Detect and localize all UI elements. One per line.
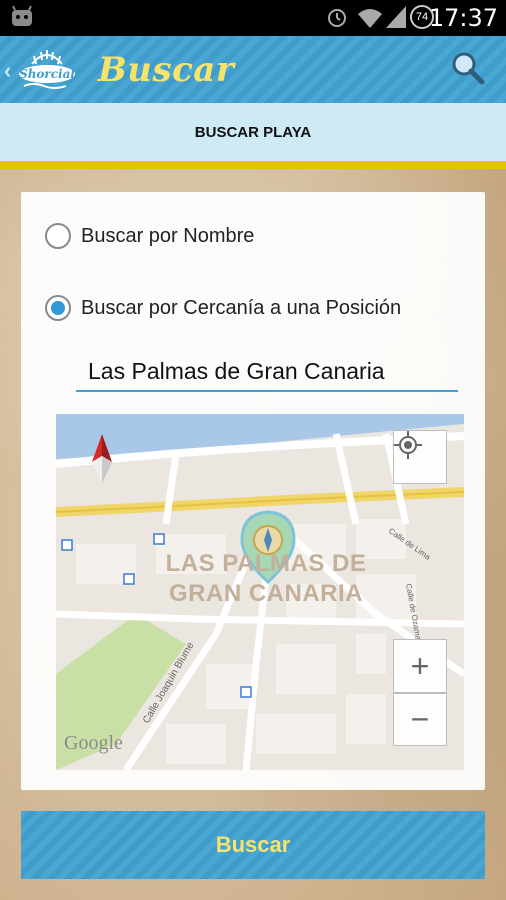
search-button[interactable]: Buscar	[21, 811, 485, 879]
map-view[interactable]: Calle Joaquin Blume Calle de Lima Calle …	[56, 414, 464, 770]
location-input[interactable]	[76, 352, 458, 392]
signal-icon	[386, 6, 406, 28]
search-icon[interactable]	[450, 50, 486, 86]
section-underline	[0, 161, 506, 169]
option-search-by-name[interactable]: Buscar por Nombre	[45, 221, 254, 251]
zoom-in-button[interactable]: +	[393, 639, 447, 693]
back-chevron-icon[interactable]: ‹	[4, 58, 11, 84]
app-logo[interactable]: Shorcial	[14, 42, 80, 98]
map-city-label: LAS PALMAS DE GRAN CANARIA	[146, 549, 386, 609]
status-bar: 74 17:37	[0, 0, 506, 36]
wifi-icon	[358, 9, 382, 28]
option-label-by-position: Buscar por Cercanía a una Posición	[81, 296, 402, 319]
android-icon	[12, 6, 32, 26]
alarm-icon	[328, 9, 346, 27]
my-location-button[interactable]	[393, 430, 447, 484]
page-title: Buscar	[98, 50, 235, 90]
zoom-out-button[interactable]: −	[393, 693, 447, 746]
search-options-card: Buscar por Nombre Buscar por Cercanía a …	[21, 192, 485, 790]
section-header: BUSCAR PLAYA	[0, 103, 506, 161]
map-city-label-line1: LAS PALMAS DE	[165, 550, 367, 577]
radio-by-position[interactable]	[45, 295, 71, 321]
battery-level: 74	[415, 11, 429, 23]
svg-text:Shorcial: Shorcial	[19, 67, 75, 81]
radio-by-name[interactable]	[45, 223, 71, 249]
action-bar: ‹ Shorcial Buscar	[0, 36, 506, 103]
map-city-label-line2: GRAN CANARIA	[169, 580, 363, 607]
option-search-by-position[interactable]: Buscar por Cercanía a una Posición	[45, 293, 401, 323]
crosshair-icon	[394, 431, 422, 459]
clock: 17:37	[428, 4, 498, 32]
google-attribution: Google	[64, 732, 123, 754]
option-label-by-name: Buscar por Nombre	[81, 224, 255, 247]
